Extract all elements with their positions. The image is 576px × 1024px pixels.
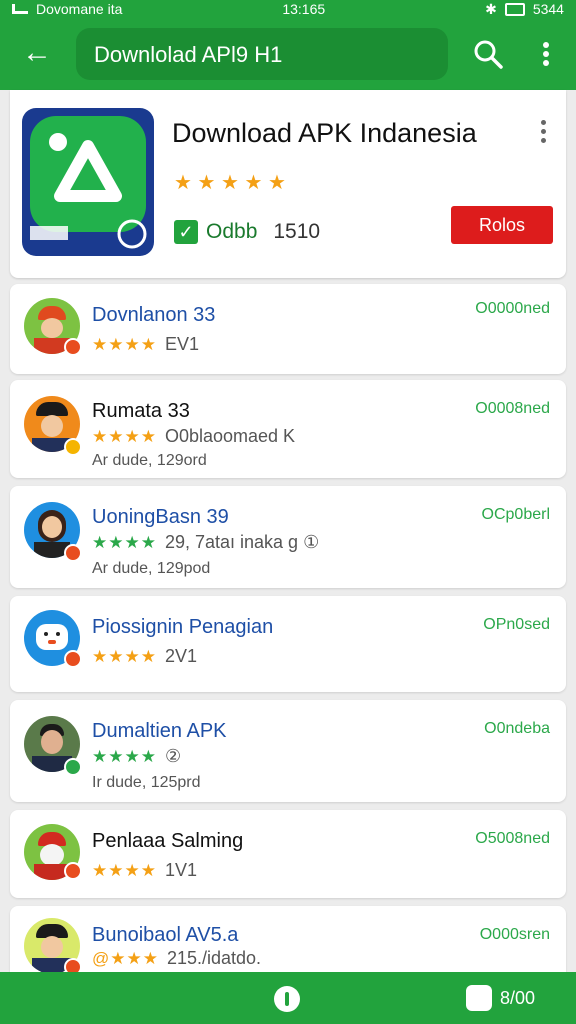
app-logo[interactable] <box>22 108 154 256</box>
item-stars: @★★★ <box>92 949 159 968</box>
verified-check-icon: ✓ <box>174 220 198 244</box>
item-stars: ★★★★ <box>92 335 157 354</box>
item-status: O5008ned <box>475 830 550 847</box>
item-status: O000sren <box>479 926 550 943</box>
badge-icon <box>64 544 82 562</box>
app-bar: ← <box>0 18 576 90</box>
search-icon[interactable] <box>470 34 506 74</box>
item-count: 1V1 <box>164 860 197 880</box>
item-count: O0blaoomaed K <box>164 426 296 446</box>
item-name: UoningBasn 39 <box>92 506 229 528</box>
home-icon[interactable] <box>274 986 300 1012</box>
list-item[interactable]: Dovnlanon 33 ★★★★ EV1 O0000ned <box>10 284 566 374</box>
search-box[interactable] <box>76 28 448 82</box>
item-rating: ★★★★ 2V1 <box>92 646 197 667</box>
item-rating: ★★★★ EV1 <box>92 334 199 355</box>
item-name: Dumaltien APK <box>92 720 227 742</box>
item-status: OCp0berl <box>481 506 550 523</box>
item-name: Penlaaa Salming <box>92 830 244 852</box>
badge-icon <box>64 438 82 456</box>
item-status: O0ndeba <box>484 720 550 737</box>
primary-action-button[interactable]: Rolos <box>451 206 553 244</box>
item-status: OPn0sed <box>483 616 550 633</box>
item-count: 29, 7ataı inaka g ① <box>164 532 320 552</box>
app-meta: ✓ Odbb 1510 <box>174 220 320 244</box>
badge-icon <box>64 758 82 776</box>
item-rating: @★★★ 215./idatdo. <box>92 948 261 969</box>
list-item[interactable]: Piossignin Penagian ★★★★ 2V1 OPn0sed <box>10 596 566 692</box>
battery-icon <box>504 2 525 16</box>
status-time: 13:165 <box>282 1 326 17</box>
overflow-menu-icon[interactable] <box>532 34 560 74</box>
bluetooth-icon: ✱ <box>485 0 497 17</box>
item-rating: ★★★★ 29, 7ataı inaka g ① <box>92 532 319 553</box>
bottom-right-label: 8/00 <box>500 987 536 1008</box>
item-name: Rumata 33 <box>92 400 190 422</box>
item-rating: ★★★★ 1V1 <box>92 860 197 881</box>
item-status: O0008ned <box>475 400 550 417</box>
kebab-menu-icon[interactable] <box>536 118 552 146</box>
rating-stars: ★ ★ ★ ★ ★ <box>174 172 286 194</box>
badge-icon <box>64 338 82 356</box>
item-name: Bunoibaol AV5.a <box>92 924 239 946</box>
list-item[interactable]: Rumata 33 ★★★★ O0blaoomaed K Ar dude, 129… <box>10 380 566 478</box>
verified-text: Odbb <box>206 220 258 243</box>
item-subtitle: Ar dude, 129pod <box>92 560 211 577</box>
item-stars: ★★★★ <box>92 861 157 880</box>
item-name: Dovnlanon 33 <box>92 304 216 326</box>
list-item[interactable]: Dumaltien APK ★★★★ ② Ir dude, 125prd O0nd… <box>10 700 566 802</box>
badge-icon <box>64 862 82 880</box>
item-status: O0000ned <box>475 300 550 317</box>
item-stars: ★★★★ <box>92 647 157 666</box>
status-bar: Dovomane ita 13:165 ✱ 5344 <box>0 0 576 18</box>
item-count: EV1 <box>164 334 199 354</box>
status-left-text: Dovomane ita <box>36 1 123 17</box>
item-stars: ★★★★ <box>92 747 157 766</box>
badge-icon <box>64 650 82 668</box>
status-right-text: 5344 <box>532 1 564 17</box>
download-count: 1510 <box>273 220 321 243</box>
item-rating: ★★★★ ② <box>92 746 181 767</box>
apps-icon <box>466 985 492 1011</box>
bottom-right-control[interactable]: 8/00 <box>466 985 535 1011</box>
signal-icon <box>12 4 28 14</box>
item-rating: ★★★★ O0blaoomaed K <box>92 426 295 447</box>
search-input[interactable] <box>92 28 436 82</box>
item-stars: ★★★★ <box>92 427 157 446</box>
item-count: 215./idatdo. <box>166 948 262 968</box>
list-item[interactable]: Penlaaa Salming ★★★★ 1V1 O5008ned <box>10 810 566 898</box>
app-rating: ★ ★ ★ ★ ★ <box>174 170 286 195</box>
item-count: 2V1 <box>164 646 197 666</box>
app-header-card: Download APK Indanesia ★ ★ ★ ★ ★ ✓ Odbb … <box>10 90 566 278</box>
item-subtitle: Ar dude, 129ord <box>92 452 207 469</box>
item-stars: ★★★★ <box>92 533 157 552</box>
list-item[interactable]: UoningBasn 39 ★★★★ 29, 7ataı inaka g ① Ar… <box>10 486 566 588</box>
item-subtitle: Ir dude, 125prd <box>92 774 201 791</box>
item-count: ② <box>164 746 182 766</box>
app-title: Download APK Indanesia <box>172 118 477 148</box>
bottom-bar: 8/00 <box>0 972 576 1024</box>
item-name: Piossignin Penagian <box>92 616 274 638</box>
back-arrow-icon[interactable]: ← <box>20 36 54 70</box>
